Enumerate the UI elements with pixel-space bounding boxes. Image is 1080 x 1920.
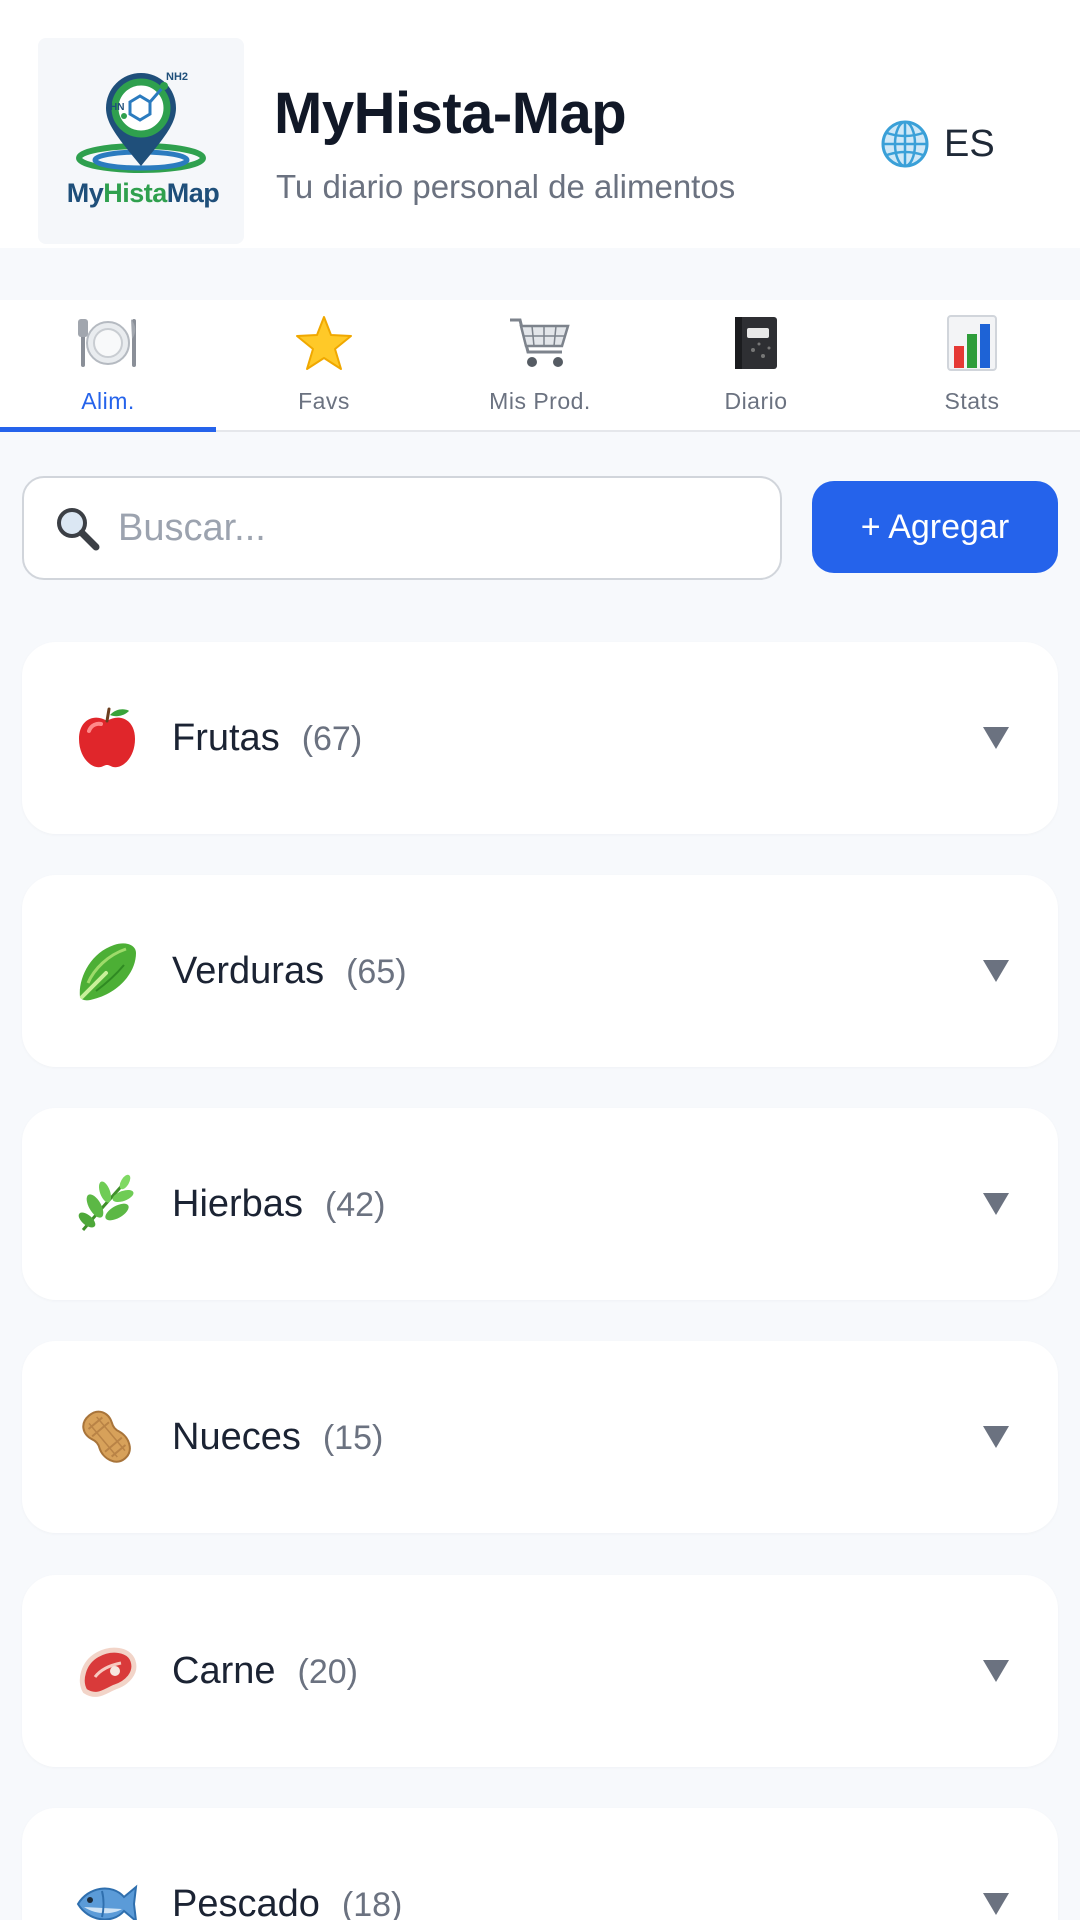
- apple-icon: [79, 707, 135, 768]
- magnifier-icon: [57, 508, 100, 551]
- tab-alimentos[interactable]: Alim.: [0, 300, 216, 432]
- language-switcher[interactable]: ES: [880, 116, 995, 172]
- meat-icon: [79, 1647, 137, 1697]
- category-card-carne[interactable]: Carne (20): [22, 1575, 1058, 1767]
- chevron-down-icon[interactable]: [982, 1891, 1010, 1917]
- tab-label: Stats: [944, 388, 1000, 414]
- tab-label: Mis Prod.: [489, 388, 591, 414]
- category-card-nueces[interactable]: Nueces (15): [22, 1341, 1058, 1533]
- logo-wordmark: MyHistaMap: [66, 178, 220, 208]
- chevron-down-icon[interactable]: [982, 1191, 1010, 1217]
- chevron-down-icon[interactable]: [982, 1424, 1010, 1450]
- star-icon: [296, 316, 352, 370]
- app-header: NH2 HN MyHistaMap MyHista-Map Tu diario …: [0, 0, 1080, 248]
- category-count: (15): [322, 1418, 384, 1457]
- tab-label: Alim.: [81, 388, 135, 414]
- category-card-frutas[interactable]: Frutas (67): [22, 642, 1058, 834]
- category-count: (42): [324, 1185, 386, 1224]
- app-root: NH2 HN MyHistaMap MyHista-Map Tu diario …: [0, 0, 1080, 1920]
- category-count: (20): [297, 1652, 358, 1691]
- peanut-icon: [82, 1410, 131, 1463]
- category-name: Carne: [172, 1649, 276, 1692]
- svg-text:NH2: NH2: [166, 71, 188, 83]
- category-count: (18): [341, 1885, 403, 1920]
- lettuce-icon: [79, 943, 136, 1001]
- plate-icon: [78, 319, 136, 367]
- category-name: Frutas: [172, 716, 280, 759]
- tab-label: Favs: [298, 388, 350, 414]
- chevron-down-icon[interactable]: [982, 1658, 1010, 1684]
- tab-label: Diario: [724, 388, 788, 414]
- chevron-down-icon[interactable]: [982, 958, 1010, 984]
- category-name: Verduras: [172, 949, 325, 992]
- search-input[interactable]: [118, 506, 738, 550]
- category-name: Nueces: [172, 1415, 301, 1458]
- logo-pin-icon: NH2 HN: [76, 71, 206, 173]
- globe-icon: [881, 120, 929, 168]
- category-count: (65): [346, 952, 407, 991]
- tab-stats[interactable]: Stats: [864, 300, 1080, 430]
- cart-icon: [510, 318, 570, 367]
- app-subtitle: Tu diario personal de alimentos: [276, 168, 736, 205]
- search-field[interactable]: [22, 476, 782, 580]
- app-logo: NH2 HN MyHistaMap: [38, 38, 244, 244]
- add-button[interactable]: + Agregar: [812, 481, 1058, 573]
- notebook-icon: [735, 317, 777, 369]
- fish-icon: [76, 1884, 138, 1920]
- chevron-down-icon[interactable]: [982, 725, 1010, 751]
- category-name: Pescado: [172, 1882, 320, 1920]
- category-card-pescado[interactable]: Pescado (18): [22, 1808, 1058, 1920]
- herb-icon: [78, 1174, 134, 1231]
- bar-chart-icon: [947, 315, 997, 371]
- category-count: (67): [301, 719, 363, 758]
- category-card-verduras[interactable]: Verduras (65): [22, 875, 1058, 1067]
- svg-text:HN: HN: [110, 102, 124, 113]
- language-label: ES: [944, 122, 995, 165]
- tab-diario[interactable]: Diario: [648, 300, 864, 430]
- category-card-hierbas[interactable]: Hierbas (42): [22, 1108, 1058, 1300]
- category-name: Hierbas: [172, 1182, 303, 1225]
- tab-favs[interactable]: Favs: [216, 300, 432, 430]
- app-title: MyHista-Map: [274, 81, 627, 146]
- tab-bar: Alim. Favs Mis Prod. Diario Stats: [0, 300, 1080, 432]
- tab-mis-productos[interactable]: Mis Prod.: [432, 300, 648, 430]
